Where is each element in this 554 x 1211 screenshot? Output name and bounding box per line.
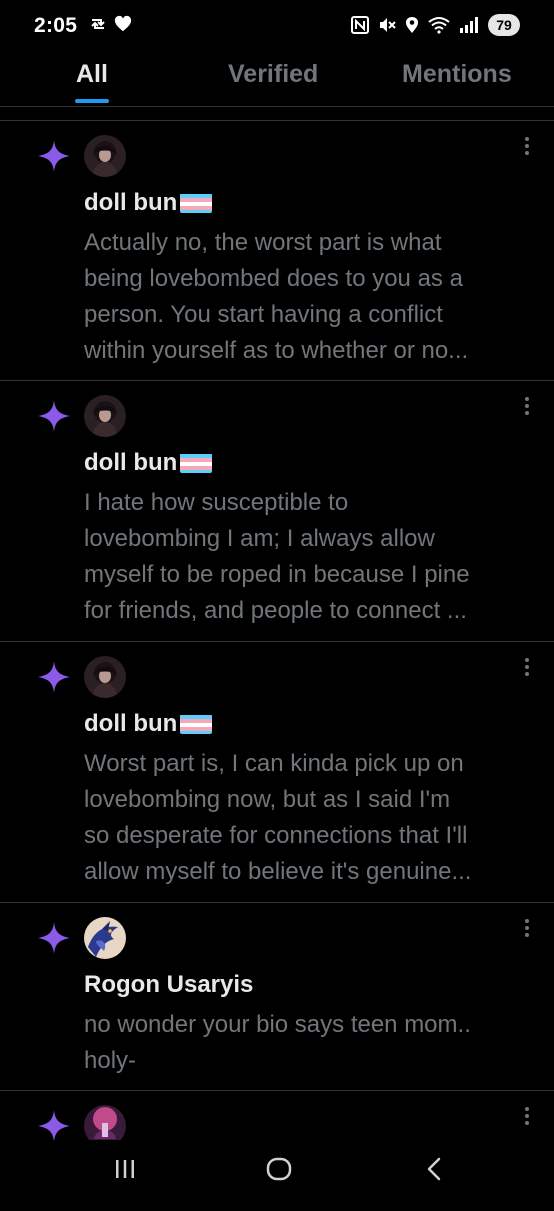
author-name-text: doll bun — [84, 710, 178, 737]
mute-icon — [380, 18, 396, 32]
author-name[interactable]: Rogon Usaryis — [84, 971, 253, 999]
status-bar: 2:05 79 — [0, 0, 554, 52]
text-line: within yourself as to whether or no... — [84, 337, 469, 364]
notification-item[interactable]: doll bun Actually no, the worst part is … — [0, 121, 554, 381]
status-left-icons — [88, 14, 132, 34]
more-options-button[interactable] — [524, 658, 530, 679]
notification-item[interactable]: doll bun I hate how susceptible to loveb… — [0, 381, 554, 642]
notification-text: Actually no, the worst part is what bein… — [84, 225, 534, 369]
text-line: I hate how susceptible to — [84, 489, 349, 516]
author-name-text: doll bun — [84, 449, 178, 476]
notification-text: Worst part is, I can kinda pick up on lo… — [84, 746, 534, 890]
notification-item[interactable]: Rogon Usaryis no wonder your bio says te… — [0, 903, 554, 1091]
more-options-button[interactable] — [524, 1107, 530, 1128]
trans-flag-icon — [180, 453, 213, 473]
more-options-button[interactable] — [524, 137, 530, 158]
author-name-text: doll bun — [84, 189, 178, 216]
tab-mentions[interactable]: Mentions — [402, 60, 512, 89]
text-line: Actually no, the worst part is what — [84, 229, 442, 256]
location-icon — [406, 17, 418, 33]
sparkle-icon — [38, 661, 70, 693]
status-time: 2:05 — [34, 14, 78, 37]
author-name[interactable]: doll bun — [84, 710, 213, 738]
author-name-text: Rogon Usaryis — [84, 971, 254, 998]
tab-all[interactable]: All — [76, 60, 108, 89]
recents-icon[interactable] — [110, 1154, 140, 1184]
avatar[interactable] — [84, 917, 126, 959]
notification-tabs: All Verified Mentions — [0, 52, 554, 107]
text-line: no wonder your bio says teen mom.. — [84, 1011, 471, 1038]
tab-verified[interactable]: Verified — [228, 60, 318, 89]
signal-icon — [460, 17, 478, 33]
text-line: being lovebombed does to you as a — [84, 265, 463, 292]
notification-feed: doll bun Actually no, the worst part is … — [0, 121, 554, 1211]
retweet-notification-icon — [91, 19, 105, 29]
text-line: lovebombing now, but as I said I'm — [84, 786, 451, 813]
wifi-icon — [428, 17, 450, 34]
notification-item[interactable]: doll bun Worst part is, I can kinda pick… — [0, 642, 554, 903]
text-line: myself to be roped in because I pine — [84, 561, 470, 588]
text-line: lovebombing I am; I always allow — [84, 525, 435, 552]
text-line: allow myself to believe it's genuine... — [84, 858, 472, 885]
sparkle-icon — [38, 400, 70, 432]
home-icon[interactable] — [264, 1154, 294, 1184]
status-right-icons: 79 — [351, 14, 520, 36]
sparkle-icon — [38, 922, 70, 954]
battery-indicator: 79 — [488, 14, 520, 36]
avatar[interactable] — [84, 395, 126, 437]
text-line: Worst part is, I can kinda pick up on — [84, 750, 464, 777]
more-options-button[interactable] — [524, 397, 530, 418]
author-name[interactable]: doll bun — [84, 449, 213, 477]
trans-flag-icon — [180, 193, 213, 213]
notification-text: no wonder your bio says teen mom.. holy- — [84, 1007, 534, 1079]
notification-text: I hate how susceptible to lovebombing I … — [84, 485, 534, 629]
system-navigation-bar — [0, 1140, 554, 1200]
heart-notification-icon — [114, 15, 132, 32]
text-line: holy- — [84, 1047, 137, 1074]
text-line: for friends, and people to connect ... — [84, 597, 467, 624]
text-line: person. You start having a conflict — [84, 301, 443, 328]
active-tab-indicator — [75, 99, 109, 103]
more-options-button[interactable] — [524, 919, 530, 940]
nfc-icon — [351, 16, 369, 34]
text-line: so desperate for connections that I'll — [84, 822, 468, 849]
sparkle-icon — [38, 140, 70, 172]
trans-flag-icon — [180, 714, 213, 734]
back-icon[interactable] — [420, 1154, 450, 1184]
sparkle-icon — [38, 1110, 70, 1142]
avatar[interactable] — [84, 135, 126, 177]
avatar[interactable] — [84, 656, 126, 698]
author-name[interactable]: doll bun — [84, 189, 213, 217]
